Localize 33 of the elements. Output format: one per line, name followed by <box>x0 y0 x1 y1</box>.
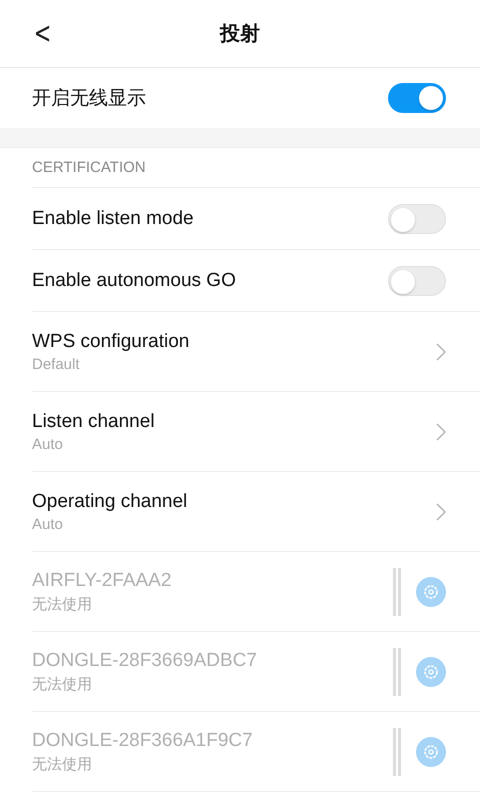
toggle-switch[interactable] <box>388 83 446 113</box>
setting-label: Listen channel <box>32 410 155 432</box>
setting-label: Enable listen mode <box>32 208 194 230</box>
chevron-icon <box>436 502 446 520</box>
setting-row[interactable]: Listen channel Auto <box>32 392 480 472</box>
setting-row[interactable]: Operating channel Auto <box>32 472 480 552</box>
setting-value: Auto <box>32 436 64 452</box>
settings-icon[interactable] <box>416 576 446 606</box>
divider-icon <box>392 568 402 616</box>
toggle-switch[interactable] <box>388 266 446 296</box>
setting-label: Enable autonomous GO <box>32 270 236 292</box>
device-name: AIRFLY-2FAAA2 <box>32 570 172 592</box>
setting-label: 开启无线显示 <box>32 87 146 111</box>
setting-row[interactable]: WPS configuration Default <box>32 312 480 392</box>
setting-label: Operating channel <box>32 490 188 512</box>
setting-value: Auto <box>32 516 64 532</box>
section-title: CERTIFICATION <box>32 159 146 176</box>
settings-icon[interactable] <box>416 656 446 686</box>
page-title: 投射 <box>220 20 260 47</box>
chevron-icon <box>436 342 446 360</box>
device-status: 无法使用 <box>32 674 93 694</box>
device-name: DONGLE-28F366A1F9C7 <box>32 730 253 752</box>
settings-icon[interactable] <box>416 736 446 766</box>
chevron-icon <box>436 422 446 440</box>
divider-icon <box>392 648 402 696</box>
device-status: 无法使用 <box>32 754 93 774</box>
toggle-switch[interactable] <box>388 204 446 234</box>
divider-icon <box>392 728 402 776</box>
back-button[interactable]: < <box>30 16 56 51</box>
device-status: 无法使用 <box>32 594 93 614</box>
setting-label: WPS configuration <box>32 330 190 352</box>
device-name: DONGLE-28F3669ADBC7 <box>32 650 257 672</box>
setting-value: Default <box>32 356 81 372</box>
